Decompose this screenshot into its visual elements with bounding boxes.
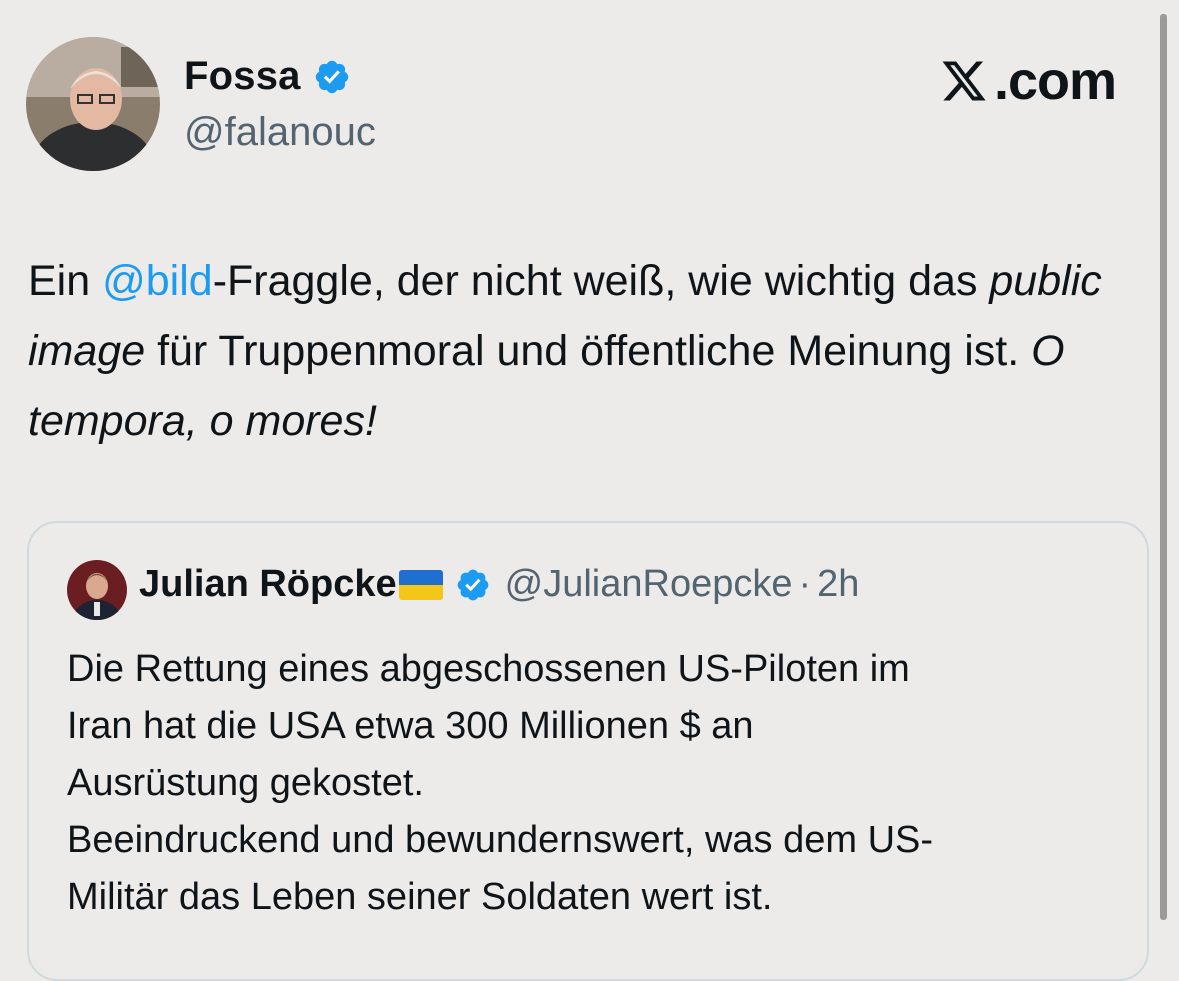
quoted-text-line: Beeindruckend und bewundernswert, was de… [67, 819, 934, 861]
quoted-avatar[interactable] [67, 560, 127, 620]
quoted-text-line: Die Rettung eines abgeschossenen US-Pilo… [67, 648, 910, 690]
author-handle[interactable]: @falanouc [184, 110, 376, 155]
quoted-text-line: Militär das Leben seiner Soldaten wert i… [67, 876, 773, 918]
separator-dot: · [798, 563, 812, 605]
tweet-text-part: für Truppenmoral und öffentliche Meinung… [145, 327, 1032, 375]
quoted-text-line: Iran hat die USA etwa 300 Millionen $ an [67, 705, 754, 747]
quoted-author-name[interactable]: Julian Röpcke [139, 563, 397, 606]
quoted-avatar-image [67, 560, 127, 620]
avatar-image [26, 37, 160, 171]
ukraine-flag-icon [398, 569, 443, 600]
quoted-author-handle[interactable]: @JulianRoepcke [505, 563, 793, 606]
tweet-text-part: Ein [28, 257, 103, 305]
scrollbar[interactable] [1160, 14, 1167, 920]
quoted-text-line: Ausrüstung gekostet. [67, 762, 424, 804]
x-logo-icon [942, 61, 986, 101]
author-name[interactable]: Fossa [184, 54, 301, 99]
mention-link[interactable]: @bild [102, 257, 213, 305]
x-com-label: .com [938, 50, 1117, 112]
verified-badge-icon [457, 569, 489, 600]
site-label: .com [994, 51, 1117, 111]
quoted-tweet-text: Die Rettung eines abgeschossenen US-Pilo… [67, 641, 1137, 926]
tweet-text: Ein @bild-Fraggle, der nicht weiß, wie w… [28, 246, 1153, 456]
quoted-timestamp[interactable]: 2h [817, 563, 859, 606]
quoted-tweet-card[interactable]: Julian Röpcke @JulianRoepcke · 2h Die Re… [27, 521, 1149, 981]
tweet-text-part: -Fraggle, der nicht weiß, wie wichtig da… [212, 257, 990, 305]
avatar[interactable] [26, 37, 160, 171]
verified-badge-icon [315, 60, 348, 93]
